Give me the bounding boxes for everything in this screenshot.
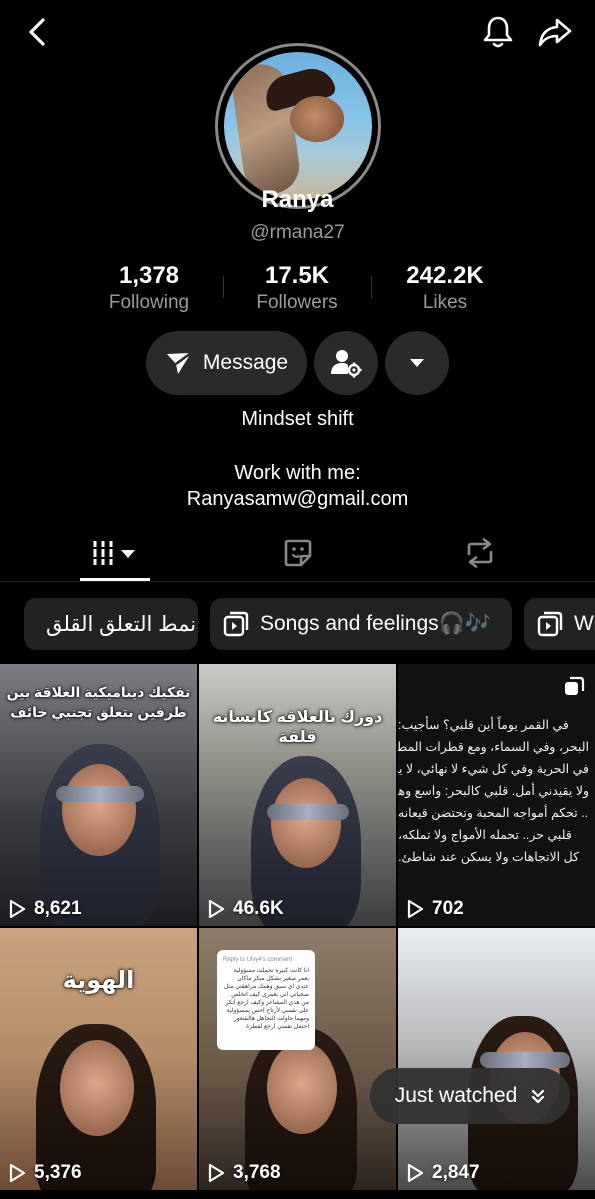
sticker-icon — [284, 539, 312, 567]
video-thumbnail[interactable]: تفكيك ديناميكية العلاقة بين طرفين بتعلق … — [0, 664, 197, 926]
tabs-divider — [0, 581, 595, 582]
view-count-value: 3,768 — [233, 1162, 281, 1183]
chevron-left-icon — [29, 18, 45, 46]
stat-likes[interactable]: 242.2K Likes — [370, 262, 520, 314]
view-count-value: 5,376 — [34, 1162, 82, 1183]
multi-image-icon — [565, 676, 585, 695]
message-button[interactable]: Message — [146, 331, 307, 395]
caret-down-icon — [410, 359, 424, 367]
post-text-line: البحر، وفي السماء، ومع قطرات المطر، أجد — [398, 740, 589, 754]
video-thumbnail[interactable]: 2,847 — [398, 928, 595, 1190]
play-outline-icon — [208, 1163, 225, 1183]
more-options-button[interactable] — [385, 331, 449, 395]
post-text-line: ولا يقيدني أمل. قلبي كالبحر: واسع وهادئ — [398, 784, 589, 798]
view-count-value: 2,847 — [432, 1162, 480, 1183]
notifications-button[interactable] — [476, 10, 520, 54]
playlist-label: Wr — [574, 612, 595, 635]
view-count: 2,847 — [406, 1162, 480, 1184]
playlist-chip[interactable]: Songs and feelings🎧🎶 — [210, 598, 512, 650]
tab-videos[interactable] — [80, 528, 150, 578]
stat-followers[interactable]: 17.5K Followers — [222, 262, 372, 314]
playlist-chip[interactable]: نمط التعلق القلق — [24, 598, 198, 650]
bio-tagline: Mindset shift — [241, 408, 354, 430]
tab-favorites[interactable] — [270, 528, 326, 578]
user-settings-icon — [331, 350, 362, 378]
double-chevron-down-icon — [532, 1089, 545, 1104]
grid-bars-icon — [93, 541, 135, 565]
video-thumbnail[interactable]: في القمر يوماً أين قلبي؟ سأجيب: البحر، و… — [398, 664, 595, 926]
repost-icon — [467, 538, 493, 568]
comment-reply-card: Reply to Ulvy4's comment انا كانت كبيره … — [217, 950, 315, 1050]
post-text-line: كل الاتجاهات ولا يسكن عند شاطئ. — [398, 850, 580, 864]
playlist-icon — [537, 611, 563, 637]
send-icon — [166, 351, 192, 374]
view-count: 702 — [406, 898, 464, 920]
video-thumbnail[interactable]: Reply to Ulvy4's comment انا كانت كبيره … — [199, 928, 396, 1190]
profile-handle: @rmana27 — [250, 222, 345, 243]
avatar[interactable] — [215, 43, 381, 209]
just-watched-label: Just watched — [394, 1084, 518, 1107]
post-text-line: .. تحكم أمواجه المحبة وتحتضن قيعانه — [398, 806, 589, 820]
video-thumbnail[interactable]: دورك بالعلاقه كانسانه قلقة 46.6K — [199, 664, 396, 926]
playlist-label: Songs and feelings🎧🎶 — [260, 612, 491, 635]
play-outline-icon — [9, 899, 26, 919]
followers-label: Followers — [256, 292, 338, 313]
bio-email[interactable]: Ranyasamw@gmail.com — [0, 486, 595, 512]
message-button-label: Message — [202, 351, 289, 374]
post-text-line: في القمر يوماً أين قلبي؟ سأجيب: — [398, 718, 569, 732]
likes-label: Likes — [422, 292, 468, 313]
view-count: 8,621 — [8, 898, 82, 920]
following-count: 1,378 — [118, 262, 180, 289]
view-count: 5,376 — [8, 1162, 82, 1184]
profile-name: Ranya — [261, 186, 334, 213]
share-arrow-icon — [538, 18, 572, 47]
bio-work-label: Work with me: — [234, 462, 361, 484]
view-count-value: 702 — [432, 898, 464, 919]
play-outline-icon — [407, 1163, 424, 1183]
share-button[interactable] — [532, 10, 578, 54]
play-outline-icon — [407, 899, 424, 919]
tab-reposts[interactable] — [452, 528, 508, 578]
followers-count: 17.5K — [264, 262, 330, 289]
video-caption: تفكيك ديناميكية العلاقة بين طرفين بتعلق … — [6, 684, 191, 720]
following-label: Following — [108, 292, 190, 313]
post-text: في القمر يوماً أين قلبي؟ سأجيب: البحر، و… — [398, 714, 595, 868]
play-outline-icon — [9, 1163, 26, 1183]
playlist-icon — [223, 611, 249, 637]
stat-following[interactable]: 1,378 Following — [74, 262, 224, 314]
video-thumbnail[interactable]: الهوية 5,376 — [0, 928, 197, 1190]
post-text-line: قلبي حر.. تحمله الأمواج ولا تملكه، — [398, 828, 572, 842]
view-count: 46.6K — [207, 898, 284, 920]
play-outline-icon — [208, 899, 225, 919]
back-button[interactable] — [18, 12, 58, 52]
just-watched-button[interactable]: Just watched — [370, 1068, 570, 1124]
video-caption: الهوية — [62, 967, 135, 994]
post-text-line: في الحرية وفي كل شيء لا نهائي، لا يحدّني — [398, 762, 589, 776]
playlist-label: نمط التعلق القلق — [46, 612, 197, 636]
bell-icon — [483, 16, 513, 48]
avatar-image — [224, 52, 372, 200]
playlist-chip[interactable]: Wr — [524, 598, 595, 650]
add-friend-button[interactable] — [314, 331, 378, 395]
view-count: 3,768 — [207, 1162, 281, 1184]
comment-body: انا كانت كبيره تحملت مسؤولية بعمر صغير ب… — [223, 968, 309, 1030]
likes-count: 242.2K — [406, 262, 484, 289]
comment-title: Reply to Ulvy4's comment — [223, 957, 293, 963]
view-count-value: 46.6K — [233, 898, 284, 919]
bio-contact: Work with me: Ranyasamw@gmail.com — [0, 460, 595, 512]
view-count-value: 8,621 — [34, 898, 82, 919]
video-caption: دورك بالعلاقه كانسانه قلقة — [212, 709, 383, 746]
